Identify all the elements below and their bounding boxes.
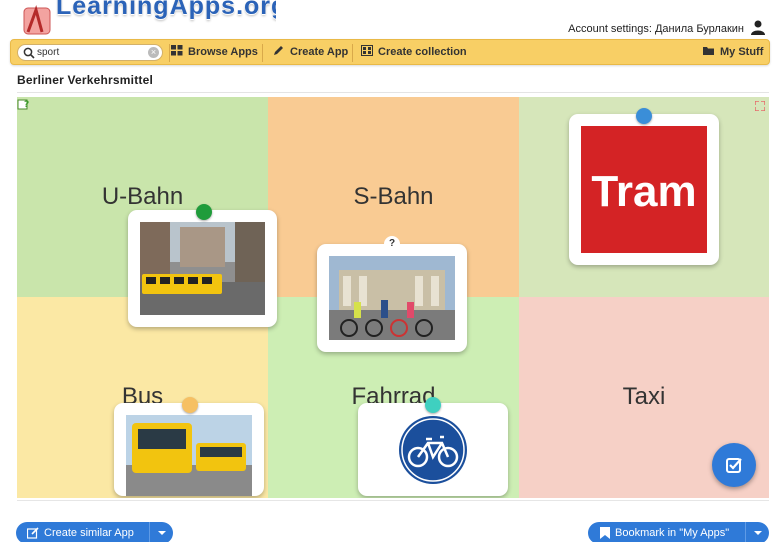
- card-tram-photo[interactable]: [128, 204, 277, 327]
- grid-icon: [171, 45, 183, 56]
- main-toolbar: × Browse Apps Create App Create collecti…: [10, 39, 770, 65]
- my-stuff-label: My Stuff: [720, 46, 764, 58]
- svg-text:?: ?: [24, 100, 29, 110]
- check-icon: [726, 458, 742, 473]
- search-box: ×: [17, 44, 163, 61]
- folder-icon: [703, 47, 714, 55]
- account-settings-link[interactable]: Account settings: Данила Бурлакин: [568, 23, 744, 35]
- create-similar-dropdown-icon[interactable]: [149, 522, 173, 542]
- bicycle-sign-icon: [399, 416, 467, 484]
- bookmark-dropdown-icon[interactable]: [745, 522, 769, 542]
- bookmark-button[interactable]: Bookmark in "My Apps": [588, 522, 769, 542]
- pencil-icon: [274, 46, 283, 55]
- user-icon[interactable]: [750, 19, 766, 35]
- create-app-button[interactable]: Create App: [273, 45, 348, 58]
- tram-sign-image: Tram: [581, 126, 707, 253]
- pin-teal: [425, 397, 441, 413]
- bus-photo: [126, 415, 252, 496]
- category-label: Taxi: [622, 383, 666, 410]
- pin-orange: [182, 397, 198, 413]
- search-input[interactable]: [37, 46, 145, 59]
- help-icon[interactable]: ?: [17, 97, 31, 111]
- search-icon: [23, 47, 35, 59]
- browse-apps-label: Browse Apps: [188, 46, 258, 58]
- bookmark-icon: [600, 527, 610, 539]
- question-marker: ?: [384, 236, 400, 252]
- title-divider: [17, 92, 769, 93]
- create-collection-button[interactable]: Create collection: [361, 45, 467, 58]
- browse-apps-button[interactable]: Browse Apps: [171, 45, 258, 58]
- edit-icon: [27, 527, 39, 539]
- create-similar-label: Create similar App: [44, 527, 134, 539]
- toolbar-divider: [169, 44, 170, 62]
- card-bus-photo[interactable]: [114, 397, 264, 496]
- board-bottom-divider: [17, 500, 769, 501]
- create-app-label: Create App: [290, 46, 349, 58]
- tram-sign-text: Tram: [591, 167, 696, 216]
- fullscreen-icon[interactable]: [755, 101, 765, 111]
- check-solution-button[interactable]: [712, 443, 756, 487]
- pin-green: [196, 204, 212, 220]
- collection-icon: [361, 45, 373, 56]
- tram-street-image: [140, 222, 265, 315]
- app-title: Berliner Verkehrsmittel: [17, 73, 153, 87]
- create-collection-label: Create collection: [378, 46, 467, 58]
- pin-blue: [636, 108, 652, 124]
- bicycle-group-photo: [329, 256, 455, 340]
- logo-text: LearningApps.org: [56, 0, 276, 20]
- card-bicycle-group-photo[interactable]: ?: [317, 236, 467, 352]
- tram-street-photo: [140, 222, 265, 315]
- card-tram-sign[interactable]: Tram: [569, 108, 719, 265]
- site-header: LearningApps.org Account settings: Данил…: [0, 0, 774, 38]
- grouping-board: U-Bahn ? S-Bahn Tram Bus Fahrrad Taxi: [17, 97, 769, 498]
- toolbar-divider: [352, 44, 353, 62]
- create-similar-app-button[interactable]: Create similar App: [16, 522, 173, 542]
- category-label: S-Bahn: [353, 183, 434, 210]
- bookmark-label: Bookmark in "My Apps": [615, 527, 730, 539]
- clear-search-icon[interactable]: ×: [148, 47, 159, 58]
- card-bicycle-sign[interactable]: [358, 397, 508, 496]
- logo-mark-icon: [23, 5, 51, 35]
- toolbar-divider: [262, 44, 263, 62]
- tram-sign: Tram: [581, 126, 707, 253]
- site-logo[interactable]: LearningApps.org: [16, 0, 276, 36]
- category-label: U-Bahn: [101, 183, 184, 210]
- learningapps-page: LearningApps.org Account settings: Данил…: [0, 0, 774, 542]
- my-stuff-button[interactable]: My Stuff: [703, 45, 763, 58]
- bicycle-group-image: [329, 256, 455, 340]
- bus-image: [126, 415, 252, 496]
